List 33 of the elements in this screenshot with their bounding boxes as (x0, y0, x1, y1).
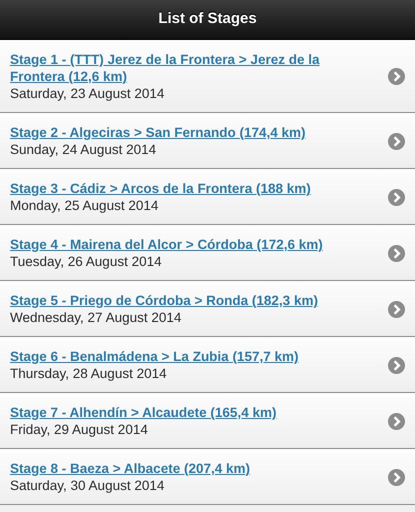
stage-item[interactable]: Stage 3 - Cádiz > Arcos de la Frontera (188 km) Monday, 25 August 2014 (0, 169, 415, 225)
stage-link[interactable]: Stage 8 - Baeza > Albacete (207,4 km) (10, 460, 376, 477)
stage-item[interactable]: Stage 8 - Baeza > Albacete (207,4 km) Saturday, 30 August 2014 (0, 449, 415, 505)
stage-item[interactable]: Stage 6 - Benalmádena > La Zubia (157,7 km) Thursday, 28 August 2014 (0, 337, 415, 393)
stage-link[interactable]: Stage 7 - Alhendín > Alcaudete (165,4 km) (10, 404, 376, 421)
stage-item[interactable]: Stage 7 - Alhendín > Alcaudete (165,4 km) Friday, 29 August 2014 (0, 393, 415, 449)
stage-link[interactable]: Stage 2 - Algeciras > San Fernando (174,4 km) (10, 124, 376, 141)
stage-date: Wednesday, 27 August 2014 (10, 309, 182, 326)
stage-link[interactable]: Stage 6 - Benalmádena > La Zubia (157,7 km) (10, 348, 376, 365)
chevron-icon (388, 188, 405, 206)
stage-link[interactable]: Stage 3 - Cádiz > Arcos de la Frontera (188 km) (10, 180, 376, 197)
chevron-icon (388, 68, 405, 85)
stage-date: Thursday, 28 August 2014 (10, 365, 168, 382)
stage-date: Tuesday, 26 August 2014 (10, 253, 163, 270)
chevron-icon (388, 468, 405, 486)
stage-item[interactable]: Stage 1 - (TTT) Jerez de la Frontera > Jerez de la Frontera (12,6 km) Saturday, 23 August 2014 (0, 40, 415, 113)
chevron-icon (388, 132, 405, 150)
stage-date: Saturday, 23 August 2014 (10, 85, 166, 102)
chevron-icon (388, 244, 405, 262)
chevron-icon (388, 412, 405, 430)
stage-date: Monday, 25 August 2014 (10, 197, 160, 214)
stage-date: Saturday, 30 August 2014 (10, 477, 166, 494)
stage-item[interactable]: Stage 4 - Mairena del Alcor > Córdoba (172,6 km) Tuesday, 26 August 2014 (0, 225, 415, 281)
chevron-icon (388, 356, 405, 374)
stage-link[interactable]: Stage 5 - Priego de Córdoba > Ronda (182,3 km) (10, 292, 376, 309)
header-title: List of Stages (158, 9, 257, 30)
stage-date: Friday, 29 August 2014 (10, 421, 149, 438)
stage-link[interactable]: Stage 1 - (TTT) Jerez de la Frontera > Jerez de la Frontera (12,6 km) (10, 51, 376, 85)
chevron-icon (388, 300, 405, 318)
stage-date: Sunday, 24 August 2014 (10, 141, 158, 158)
stage-link[interactable]: Stage 4 - Mairena del Alcor > Córdoba (172,6 km) (10, 236, 376, 253)
stage-item[interactable]: Stage 5 - Priego de Córdoba > Ronda (182,3 km) Wednesday, 27 August 2014 (0, 281, 415, 337)
stage-item[interactable]: Stage 2 - Algeciras > San Fernando (174,4 km) Sunday, 24 August 2014 (0, 113, 415, 169)
